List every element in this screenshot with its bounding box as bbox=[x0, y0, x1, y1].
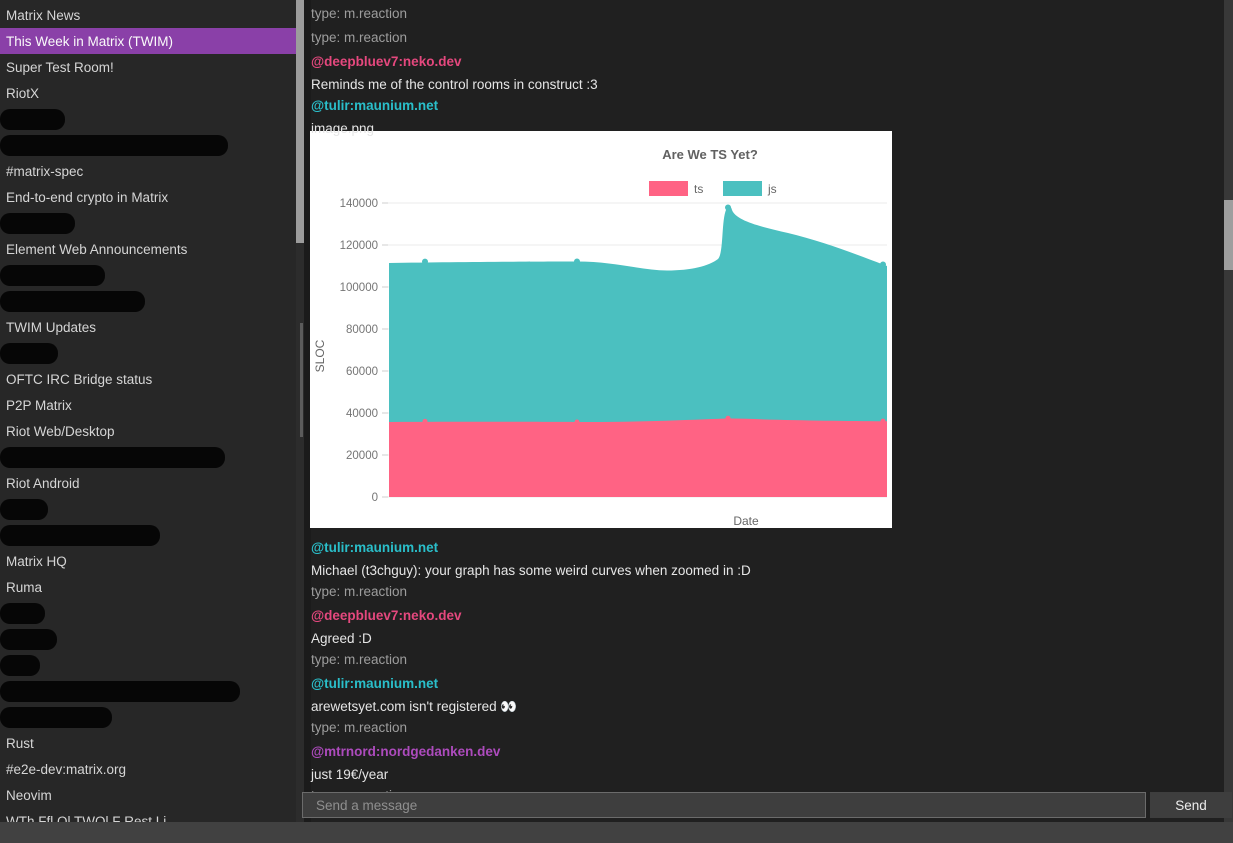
sidebar-item-room[interactable]: WTh Ffl Ol TWOl F Rest Li bbox=[0, 808, 296, 822]
x-axis-label: Date bbox=[733, 514, 759, 528]
message-event-meta: type: m.reaction bbox=[311, 648, 1224, 672]
timeline-scrollbar[interactable] bbox=[1224, 0, 1233, 822]
redaction-bar bbox=[0, 629, 57, 650]
sidebar-item-room[interactable]: Matrix News bbox=[0, 2, 296, 28]
message-body: arewetsyet.com isn't registered 👀 bbox=[311, 696, 1224, 716]
sidebar-item-redacted[interactable] bbox=[0, 652, 296, 678]
message-event-meta: type: m.reaction bbox=[311, 2, 1224, 26]
redaction-bar bbox=[0, 291, 145, 312]
sidebar-item-room[interactable]: OFTC IRC Bridge status bbox=[0, 366, 296, 392]
svg-text:140000: 140000 bbox=[340, 198, 378, 210]
svg-text:20000: 20000 bbox=[346, 450, 378, 462]
message-composer: Send bbox=[302, 792, 1233, 818]
sidebar-item-room[interactable]: This Week in Matrix (TWIM) bbox=[0, 28, 296, 54]
redaction-bar bbox=[0, 265, 105, 286]
message-event-meta: type: m.reaction bbox=[311, 26, 1224, 50]
sidebar-item-redacted[interactable] bbox=[0, 626, 296, 652]
message-body: Reminds me of the control rooms in const… bbox=[311, 74, 1224, 94]
sidebar-item-redacted[interactable] bbox=[0, 132, 296, 158]
sidebar-item-room[interactable]: #e2e-dev:matrix.org bbox=[0, 756, 296, 782]
sidebar-item-redacted[interactable] bbox=[0, 288, 296, 314]
redaction-bar bbox=[0, 343, 58, 364]
message-sender: @tulir:maunium.net bbox=[311, 94, 1224, 118]
svg-text:120000: 120000 bbox=[340, 240, 378, 252]
sidebar-item-room[interactable]: Ruma bbox=[0, 574, 296, 600]
chart-image-are-we-ts-yet[interactable]: Are We TS Yet? ts js 0 20000 40000 60000 800… bbox=[310, 131, 892, 528]
svg-text:0: 0 bbox=[372, 492, 378, 504]
sidebar-item-room[interactable]: Riot Android bbox=[0, 470, 296, 496]
redaction-bar bbox=[0, 213, 75, 234]
sidebar-item-redacted[interactable] bbox=[0, 704, 296, 730]
ts-area bbox=[389, 418, 887, 497]
message-input[interactable] bbox=[302, 792, 1146, 818]
message-sender: @tulir:maunium.net bbox=[311, 536, 1224, 560]
sidebar-item-redacted[interactable] bbox=[0, 444, 296, 470]
sidebar-item-redacted[interactable] bbox=[0, 106, 296, 132]
sidebar-item-room[interactable]: P2P Matrix bbox=[0, 392, 296, 418]
message-body: Michael (t3chguy): your graph has some w… bbox=[311, 560, 1224, 580]
message-event-meta: type: m.reaction bbox=[311, 580, 1224, 604]
room-list-sidebar: Matrix NewsThis Week in Matrix (TWIM)Sup… bbox=[0, 0, 296, 822]
y-axis-label: SLOC bbox=[313, 339, 327, 372]
message-timeline: type: m.reactiontype: m.reaction@deepblu… bbox=[310, 0, 1224, 822]
message-sender: @deepbluev7:neko.dev bbox=[311, 604, 1224, 628]
redaction-bar bbox=[0, 707, 112, 728]
svg-text:60000: 60000 bbox=[346, 366, 378, 378]
redaction-bar bbox=[0, 603, 45, 624]
sidebar-item-redacted[interactable] bbox=[0, 522, 296, 548]
svg-text:100000: 100000 bbox=[340, 282, 378, 294]
redaction-bar bbox=[0, 655, 40, 676]
sidebar-item-room[interactable]: TWIM Updates bbox=[0, 314, 296, 340]
message-body: just 19€/year bbox=[311, 764, 1224, 784]
legend-label-js: js bbox=[767, 182, 777, 196]
message-sender: @tulir:maunium.net bbox=[311, 672, 1224, 696]
sidebar-item-redacted[interactable] bbox=[0, 678, 296, 704]
room-list: Matrix NewsThis Week in Matrix (TWIM)Sup… bbox=[0, 2, 296, 822]
svg-text:80000: 80000 bbox=[346, 324, 378, 336]
sidebar-item-room[interactable]: RiotX bbox=[0, 80, 296, 106]
sidebar-item-room[interactable]: Rust bbox=[0, 730, 296, 756]
redaction-bar bbox=[0, 109, 65, 130]
chart-y-ticks: 0 20000 40000 60000 80000 100000 120000 140000 bbox=[340, 198, 388, 504]
message-list: type: m.reactiontype: m.reaction@deepblu… bbox=[311, 2, 1224, 808]
message-event-meta: type: m.reaction bbox=[311, 716, 1224, 740]
legend-label-ts: ts bbox=[694, 182, 703, 196]
divider-resize-handle[interactable] bbox=[300, 323, 303, 437]
sidebar-item-room[interactable]: Riot Web/Desktop bbox=[0, 418, 296, 444]
sidebar-item-room[interactable]: Matrix HQ bbox=[0, 548, 296, 574]
sidebar-scrollbar-thumb[interactable] bbox=[296, 0, 304, 243]
timeline-scrollbar-thumb[interactable] bbox=[1224, 200, 1233, 270]
chart-legend: ts js bbox=[649, 181, 777, 196]
sidebar-item-room[interactable]: End-to-end crypto in Matrix bbox=[0, 184, 296, 210]
redaction-bar bbox=[0, 681, 240, 702]
redaction-bar bbox=[0, 525, 160, 546]
message-sender: @mtrnord:nordgedanken.dev bbox=[311, 740, 1224, 764]
send-button[interactable]: Send bbox=[1150, 792, 1232, 818]
sidebar-item-room[interactable]: Neovim bbox=[0, 782, 296, 808]
sidebar-item-room[interactable]: Super Test Room! bbox=[0, 54, 296, 80]
sidebar-item-room[interactable]: #matrix-spec bbox=[0, 158, 296, 184]
svg-text:40000: 40000 bbox=[346, 408, 378, 420]
sidebar-item-redacted[interactable] bbox=[0, 600, 296, 626]
redaction-bar bbox=[0, 499, 48, 520]
chart-title: Are We TS Yet? bbox=[662, 147, 758, 162]
redaction-bar bbox=[0, 135, 228, 156]
legend-swatch-ts bbox=[649, 181, 688, 196]
message-sender: @deepbluev7:neko.dev bbox=[311, 50, 1224, 74]
sidebar-item-redacted[interactable] bbox=[0, 210, 296, 236]
message-body: Agreed :D bbox=[311, 628, 1224, 648]
sidebar-item-redacted[interactable] bbox=[0, 340, 296, 366]
sidebar-item-redacted[interactable] bbox=[0, 262, 296, 288]
sidebar-item-room[interactable]: Element Web Announcements bbox=[0, 236, 296, 262]
bottom-bar bbox=[0, 822, 1233, 843]
sidebar-item-redacted[interactable] bbox=[0, 496, 296, 522]
legend-swatch-js bbox=[723, 181, 762, 196]
redaction-bar bbox=[0, 447, 225, 468]
matrix-chat-app: Matrix NewsThis Week in Matrix (TWIM)Sup… bbox=[0, 0, 1233, 843]
